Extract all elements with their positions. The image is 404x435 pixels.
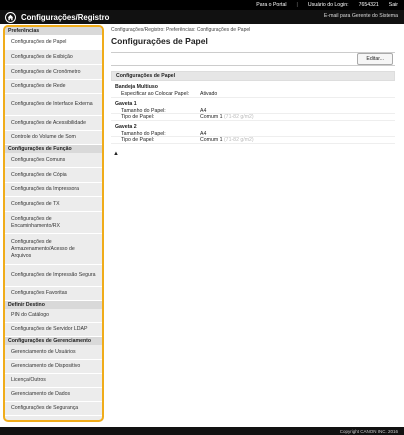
setting-value-extra: (71-82 g/m2): [223, 137, 254, 143]
app-title: Configurações/Registro: [21, 12, 110, 22]
group-title: Gaveta 1: [115, 100, 137, 107]
setting-value-main: Comum 1: [200, 114, 223, 120]
sidebar-item-network-settings[interactable]: Configurações de Rede: [5, 80, 102, 94]
sidebar: Preferências Configurações de Papel Conf…: [3, 25, 104, 422]
sidebar-item-device-management[interactable]: Gerenciamento de Dispositivo: [5, 360, 102, 374]
sidebar-item-timer-settings[interactable]: Configurações de Cronômetro: [5, 65, 102, 80]
sidebar-item-address-book-pin[interactable]: PIN do Catálogo: [5, 309, 102, 323]
sidebar-section-preferences: Preferências: [5, 27, 102, 35]
sidebar-item-tx-settings[interactable]: Configurações de TX: [5, 197, 102, 212]
setting-row: Tipo de Papel: Comum 1 (71-82 g/m2): [111, 137, 395, 144]
sidebar-item-favorites[interactable]: Configurações Favoritas: [5, 287, 102, 301]
group-title: Bandeja Multiuso: [115, 84, 158, 90]
setting-label: Tipo de Papel:: [121, 137, 155, 143]
section-header: Configurações de Papel: [111, 71, 395, 81]
setting-value: A4: [200, 107, 207, 114]
setting-value: A4: [200, 130, 207, 137]
footer: Copyright CANON INC. 2016: [0, 427, 404, 435]
setting-value: Comum 1 (71-82 g/m2): [200, 137, 395, 143]
separator: |: [296, 2, 298, 8]
setting-label: Tamanho do Papel:: [121, 107, 166, 114]
copyright-text: Copyright CANON INC. 2016: [339, 428, 398, 434]
setting-value-extra: (71-82 g/m2): [223, 114, 254, 120]
sidebar-item-external-interface[interactable]: Configurações de Interface Externa: [5, 94, 102, 116]
login-user-value: 7654321: [358, 2, 379, 8]
group-multipurpose-tray: Bandeja Multiuso Especificar ao Colocar …: [111, 84, 395, 98]
setting-value: Ativado: [200, 91, 218, 97]
setting-label: Tamanho do Papel:: [121, 130, 166, 137]
breadcrumb: Configurações/Registro: Preferências: Co…: [111, 27, 251, 33]
sidebar-item-secure-print[interactable]: Configurações de Impressão Segura: [5, 265, 102, 287]
main-content: Configurações/Registro: Preferências: Co…: [111, 27, 395, 157]
sidebar-section-function-settings: Configurações de Função: [5, 145, 102, 153]
header-bar: Configurações/Registro E-mail para Geren…: [0, 10, 404, 24]
toolbar: Editar...: [111, 52, 395, 66]
system-manager-email-link[interactable]: E-mail para Gerente do Sistema: [324, 13, 398, 19]
setting-label: Tipo de Papel:: [121, 114, 155, 120]
edit-button[interactable]: Editar...: [357, 53, 393, 65]
login-user-label: Usuário do Login:: [307, 2, 349, 8]
sidebar-item-security-settings[interactable]: Configurações de Segurança: [5, 402, 102, 416]
page-title: Configurações de Papel: [111, 36, 208, 46]
group-title: Gaveta 2: [115, 123, 137, 130]
sidebar-item-copy-settings[interactable]: Configurações de Cópia: [5, 168, 102, 183]
sidebar-item-storage-access[interactable]: Configurações de Armazenamento/Acesso de…: [5, 234, 102, 265]
sidebar-item-data-management[interactable]: Gerenciamento de Dados: [5, 388, 102, 402]
sidebar-section-destination: Definir Destino: [5, 301, 102, 309]
setting-row: Especificar ao Colocar Papel: Ativado: [111, 91, 395, 98]
back-to-top-link[interactable]: ▲: [111, 151, 395, 157]
setting-value-main: Comum 1: [200, 137, 223, 143]
sidebar-item-forwarding-rx[interactable]: Configurações de Encaminhamento/RX: [5, 212, 102, 234]
setting-row: Tipo de Papel: Comum 1 (71-82 g/m2): [111, 114, 395, 121]
group-drawer-2: Gaveta 2 Tamanho do Papel: A4 Tipo de Pa…: [111, 124, 395, 144]
sidebar-item-ldap-server[interactable]: Configurações de Servidor LDAP: [5, 323, 102, 337]
setting-value: Comum 1 (71-82 g/m2): [200, 114, 395, 120]
setting-label: Especificar ao Colocar Papel:: [121, 91, 190, 97]
logout-link[interactable]: Sair: [389, 2, 398, 8]
sidebar-section-management: Configurações de Gerenciamento: [5, 337, 102, 345]
home-icon[interactable]: [5, 11, 16, 23]
sidebar-item-sound-volume[interactable]: Controle do Volume de Som: [5, 131, 102, 145]
sidebar-item-license-other[interactable]: Licença/Outros: [5, 374, 102, 388]
sidebar-item-display-settings[interactable]: Configurações de Exibição: [5, 50, 102, 65]
sidebar-item-common-settings[interactable]: Configurações Comuns: [5, 153, 102, 168]
sidebar-item-user-management[interactable]: Gerenciamento de Usuários: [5, 345, 102, 360]
group-drawer-1: Gaveta 1 Tamanho do Papel: A4 Tipo de Pa…: [111, 101, 395, 121]
sidebar-item-printer-settings[interactable]: Configurações da Impressora: [5, 183, 102, 197]
sidebar-item-accessibility[interactable]: Configurações de Acessibilidade: [5, 116, 102, 131]
top-bar: Para o Portal | Usuário do Login: 765432…: [0, 0, 404, 10]
portal-link[interactable]: Para o Portal: [256, 2, 286, 8]
sidebar-item-paper-settings[interactable]: Configurações de Papel: [5, 35, 102, 50]
